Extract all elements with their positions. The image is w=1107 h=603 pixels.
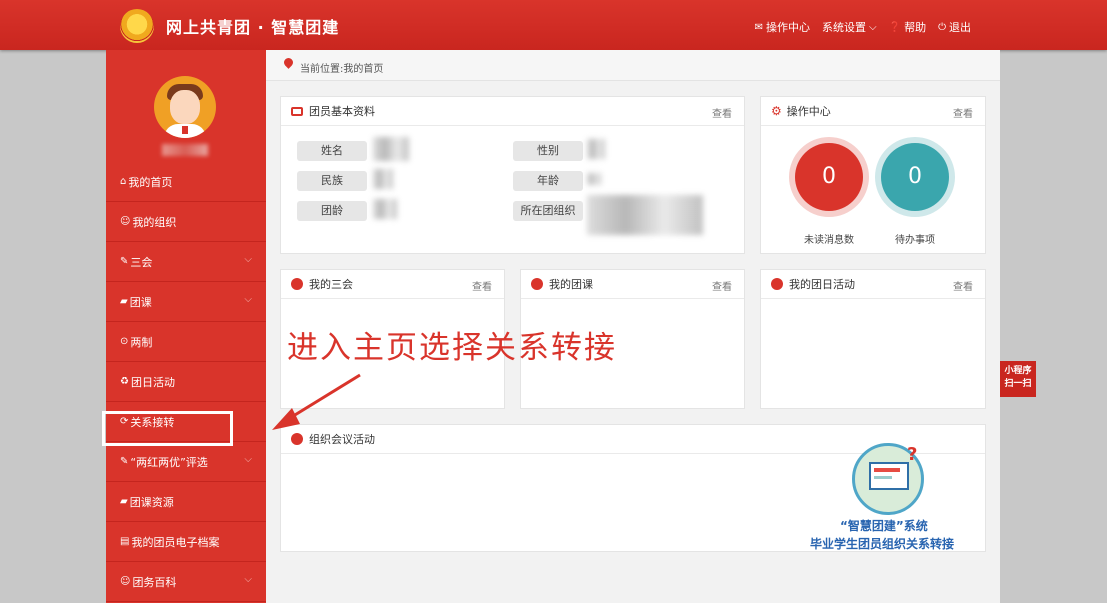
mini-program-button[interactable]: 小程序 扫一扫 (1000, 361, 1036, 397)
promo-line-1: “智慧团建”系统 (840, 519, 928, 533)
smart-league-illustration-icon: ? (852, 443, 924, 515)
promo-line-2: 毕业学生团员组织关系转接 (810, 537, 955, 551)
tutorial-arrow-icon (272, 373, 361, 430)
